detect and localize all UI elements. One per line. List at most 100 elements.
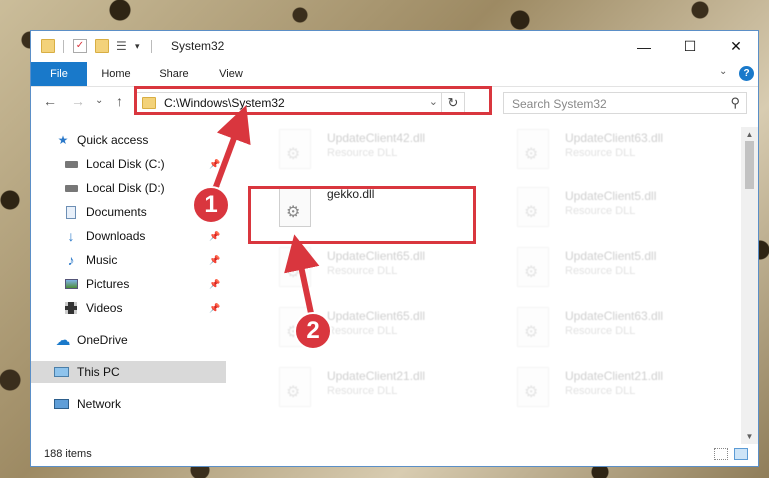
search-input[interactable] [504,93,729,115]
pin-icon[interactable]: 📌 [209,279,220,290]
dll-file-icon: ⚙ [517,247,549,287]
list-item[interactable]: ⚙ UpdateClient63.dll Resource DLL [517,127,741,177]
download-icon: ↓ [67,228,75,244]
file-type: Resource DLL [565,325,636,337]
list-item[interactable]: ⚙ UpdateClient21.dll Resource DLL [517,365,741,415]
list-item-gekko-dll[interactable]: ⚙ gekko.dll [279,185,504,235]
title-separator [63,40,64,53]
sidebar-item-label: Local Disk (C:) [86,157,165,171]
file-name: UpdateClient65.dll [327,309,426,323]
dll-file-icon: ⚙ [279,247,311,287]
list-item[interactable]: ⚙ UpdateClient65.dll Resource DLL [279,245,504,295]
file-name: UpdateClient63.dll [565,309,664,323]
pin-icon[interactable]: 📌 [209,159,220,170]
file-type: Resource DLL [327,265,398,277]
sidebar-item-this-pc[interactable]: This PC [31,361,226,383]
star-icon: ★ [57,133,69,147]
title-bar: ✓ ☰ ▾ System32 — ☐ ✕ [31,31,758,62]
chevron-down-icon[interactable]: ⌄ [429,95,438,108]
minimize-button[interactable]: — [621,31,667,62]
new-folder-icon[interactable] [95,39,109,53]
dll-file-icon: ⚙ [279,187,311,227]
vertical-scrollbar[interactable]: ▲ ▼ [741,127,758,445]
document-icon [63,205,79,219]
recent-locations-button[interactable]: ⌄ [95,95,103,106]
music-icon: ♪ [67,252,75,268]
list-item[interactable]: ⚙ UpdateClient5.dll Resource DLL [517,245,741,295]
list-item[interactable]: ⚙ UpdateClient42.dll Resource DLL [279,127,504,177]
list-item[interactable]: ⚙ UpdateClient21.dll Resource DLL [279,365,504,415]
sidebar-item-downloads[interactable]: ↓ Downloads 📌 [31,225,226,247]
window-title: System32 [171,39,225,53]
tab-file[interactable]: File [31,62,87,86]
search-box[interactable]: ⚲ [503,92,747,115]
address-bar[interactable]: C:\Windows\System32 ⌄ ↻ [136,92,465,114]
list-item[interactable]: ⚙ UpdateClient63.dll Resource DLL [517,305,741,355]
tab-view[interactable]: View [211,62,251,86]
file-name: UpdateClient65.dll [327,249,426,263]
large-icons-view-icon[interactable] [734,448,748,460]
navigation-pane: ★ Quick access Local Disk (C:) 📌 Local D… [31,127,226,417]
scroll-down-icon[interactable]: ▼ [741,429,758,445]
sidebar-item-music[interactable]: ♪ Music 📌 [31,249,226,271]
maximize-button[interactable]: ☐ [667,31,713,62]
file-name: gekko.dll [327,187,375,201]
properties-icon[interactable]: ✓ [73,39,87,53]
sidebar-item-onedrive[interactable]: ☁ OneDrive [31,329,226,351]
sidebar-item-label: Pictures [86,277,130,291]
help-icon[interactable]: ? [739,66,754,81]
pictures-icon [63,277,79,291]
file-type: Resource DLL [327,325,398,337]
videos-icon [63,301,79,315]
details-view-icon[interactable] [714,448,728,460]
list-item[interactable]: ⚙ UpdateClient5.dll Resource DLL [517,185,741,235]
close-button[interactable]: ✕ [713,31,758,62]
file-type: Resource DLL [565,205,636,217]
search-icon[interactable]: ⚲ [730,95,740,111]
back-button[interactable]: ← [43,93,57,109]
sidebar-item-pictures[interactable]: Pictures 📌 [31,273,226,295]
quick-access-dropdown-icon[interactable]: ▾ [135,39,149,53]
title-separator [151,40,152,53]
address-path[interactable]: C:\Windows\System32 [164,96,285,110]
scrollbar-thumb[interactable] [745,141,754,189]
sidebar-item-label: Music [86,253,118,267]
step-1-badge: 1 [192,186,230,224]
file-type: Resource DLL [565,265,636,277]
tab-home[interactable]: Home [94,62,138,86]
file-name: UpdateClient5.dll [565,189,657,203]
file-name: UpdateClient5.dll [565,249,657,263]
file-name: UpdateClient21.dll [327,369,426,383]
dll-file-icon: ⚙ [279,367,311,407]
sidebar-item-label: Local Disk (D:) [86,181,165,195]
ribbon-tabs: File Home Share View ⌄ ? [31,62,758,87]
file-list: ⚙ UpdateClient42.dll Resource DLL ⚙ Upda… [251,127,741,427]
chevron-down-icon[interactable]: ⌄ [719,66,727,77]
sidebar-item-quick-access[interactable]: ★ Quick access [31,129,226,151]
sidebar-item-label: Quick access [77,133,149,147]
customize-quick-access-icon[interactable]: ☰ [116,39,130,53]
pin-icon[interactable]: 📌 [209,255,220,266]
forward-button[interactable]: → [71,93,85,109]
sidebar-item-network[interactable]: Network [31,393,226,415]
dll-file-icon: ⚙ [517,307,549,347]
status-bar: 188 items [31,444,758,466]
file-explorer-window: ✓ ☰ ▾ System32 — ☐ ✕ File Home Share Vie… [30,30,759,467]
refresh-button[interactable]: ↻ [441,93,464,113]
sidebar-item-label: Videos [86,301,123,315]
up-button[interactable]: ↑ [116,93,123,109]
pin-icon[interactable]: 📌 [209,303,220,314]
sidebar-item-local-disk-c[interactable]: Local Disk (C:) 📌 [31,153,226,175]
dll-file-icon: ⚙ [279,129,311,169]
file-name: UpdateClient63.dll [565,131,664,145]
tab-share[interactable]: Share [151,62,197,86]
file-name: UpdateClient21.dll [565,369,664,383]
network-icon [53,397,69,411]
file-name: UpdateClient42.dll [327,131,426,145]
file-type: Resource DLL [565,385,636,397]
file-type: Resource DLL [565,147,636,159]
drive-icon [63,157,79,171]
sidebar-item-label: This PC [77,365,120,379]
sidebar-item-videos[interactable]: Videos 📌 [31,297,226,319]
pin-icon[interactable]: 📌 [209,231,220,242]
